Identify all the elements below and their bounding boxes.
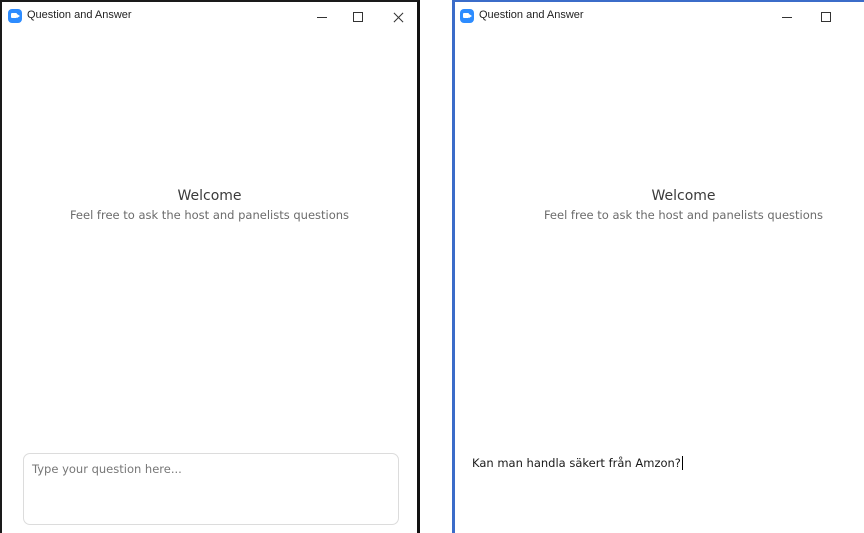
welcome-section: Welcome Feel free to ask the host and pa… bbox=[2, 187, 417, 222]
maximize-button[interactable] bbox=[812, 6, 840, 28]
minimize-icon bbox=[317, 16, 327, 18]
qa-window-right: Question and Answer Welcome Feel free to… bbox=[452, 0, 864, 533]
welcome-section: Welcome Feel free to ask the host and pa… bbox=[455, 187, 864, 222]
welcome-subtitle: Feel free to ask the host and panelists … bbox=[69, 208, 350, 222]
welcome-title: Welcome bbox=[651, 188, 716, 204]
zoom-app-icon bbox=[8, 9, 22, 23]
title-bar[interactable]: Question and Answer bbox=[455, 2, 864, 32]
maximize-button[interactable] bbox=[344, 6, 372, 28]
window-title: Question and Answer bbox=[479, 9, 584, 21]
question-placeholder: Type your question here... bbox=[32, 462, 182, 476]
close-icon bbox=[393, 12, 404, 23]
welcome-subtitle: Feel free to ask the host and panelists … bbox=[543, 208, 824, 222]
question-input[interactable]: Kan man handla säkert från Amzon? bbox=[468, 451, 864, 533]
minimize-icon bbox=[782, 16, 792, 18]
qa-window-left: Question and Answer Welcome Feel free to… bbox=[0, 0, 420, 533]
question-input[interactable]: Type your question here... bbox=[23, 453, 399, 525]
maximize-icon bbox=[353, 12, 363, 22]
maximize-icon bbox=[821, 12, 831, 22]
minimize-button[interactable] bbox=[308, 6, 336, 28]
welcome-title: Welcome bbox=[177, 188, 242, 204]
minimize-button[interactable] bbox=[773, 6, 801, 28]
title-bar[interactable]: Question and Answer bbox=[2, 2, 417, 32]
close-button[interactable] bbox=[384, 6, 412, 28]
zoom-app-icon bbox=[460, 9, 474, 23]
window-title: Question and Answer bbox=[27, 9, 132, 21]
question-text: Kan man handla säkert från Amzon? bbox=[472, 456, 681, 470]
text-caret bbox=[681, 456, 683, 470]
